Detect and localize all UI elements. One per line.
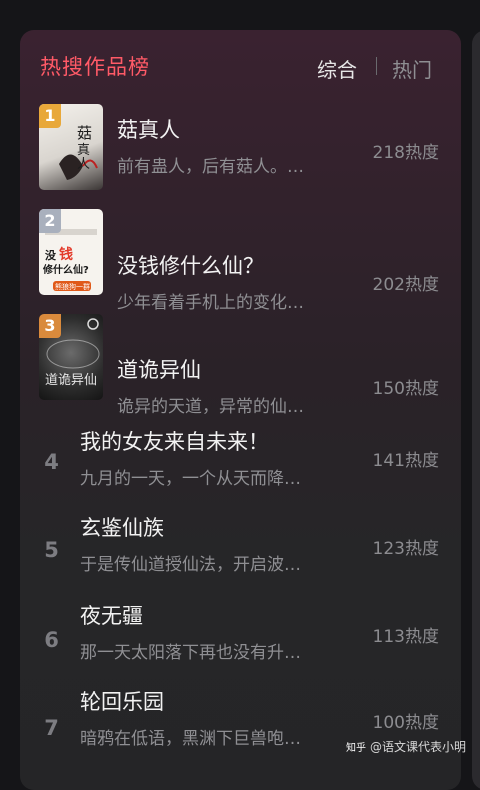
book-row[interactable]: 菇 真 人 1 菇真人 前有蛊人，后有菇人。… 218热度 xyxy=(20,102,461,206)
card-header: 热搜作品榜 综合 热门 xyxy=(20,30,461,102)
book-cover: 菇 真 人 1 xyxy=(39,104,103,190)
heat-count: 202热度 xyxy=(372,275,439,295)
book-cover: 没 钱 修什么仙? 熊狼狗一群 2 xyxy=(39,209,103,295)
heat-count: 123热度 xyxy=(372,539,439,559)
svg-text:菇: 菇 xyxy=(77,124,92,142)
book-description: 少年看着手机上的变化… xyxy=(117,293,304,313)
book-title: 菇真人 xyxy=(117,118,180,142)
board-title: 热搜作品榜 xyxy=(40,55,150,79)
heat-count: 100热度 xyxy=(372,713,439,733)
book-description: 暗鸦在低语，黑渊下巨兽咆… xyxy=(80,729,301,749)
svg-text:修什么仙?: 修什么仙? xyxy=(42,263,89,276)
book-title: 轮回乐园 xyxy=(80,690,164,714)
book-title: 道诡异仙 xyxy=(117,358,201,382)
book-row[interactable]: 4 我的女友来自未来！ 九月的一天，一个从天而降… 141热度 xyxy=(20,416,461,508)
rank-badge-gold: 1 xyxy=(39,104,61,128)
watermark-text: @语文课代表小明 xyxy=(370,740,467,754)
book-description: 九月的一天，一个从天而降… xyxy=(80,469,301,489)
book-row[interactable]: 7 轮回乐园 暗鸦在低语，黑渊下巨兽咆… 100热度 xyxy=(20,684,461,772)
book-title: 没钱修什么仙？ xyxy=(117,254,264,278)
book-cover: 道诡异仙 3 xyxy=(39,314,103,400)
adjacent-card-edge xyxy=(472,30,480,790)
svg-text:钱: 钱 xyxy=(59,246,73,263)
rank-number: 5 xyxy=(44,538,59,562)
book-row[interactable]: 6 夜无疆 那一天太阳落下再也没有升… 113热度 xyxy=(20,596,461,684)
svg-text:人: 人 xyxy=(77,157,90,172)
book-title: 玄鉴仙族 xyxy=(80,516,164,540)
rank-number: 4 xyxy=(44,450,59,474)
rank-badge-silver: 2 xyxy=(39,209,61,233)
book-title: 我的女友来自未来！ xyxy=(80,430,269,454)
svg-text:没: 没 xyxy=(45,248,57,262)
svg-text:真: 真 xyxy=(77,143,90,158)
watermark: 知乎 @语文课代表小明 xyxy=(346,738,466,755)
book-description: 于是传仙道授仙法，开启波… xyxy=(80,555,301,575)
book-description: 诡异的天道，异常的仙… xyxy=(117,397,304,417)
heat-count: 150热度 xyxy=(372,379,439,399)
rank-badge-bronze: 3 xyxy=(39,314,61,338)
heat-count: 218热度 xyxy=(372,143,439,163)
heat-count: 141热度 xyxy=(372,451,439,471)
book-description: 前有蛊人，后有菇人。… xyxy=(117,157,304,177)
tab-all[interactable]: 综合 xyxy=(317,54,357,83)
book-row[interactable]: 5 玄鉴仙族 于是传仙道授仙法，开启波… 123热度 xyxy=(20,508,461,596)
tab-divider xyxy=(376,57,377,75)
zhihu-logo: 知乎 xyxy=(346,743,366,754)
svg-text:熊狼狗一群: 熊狼狗一群 xyxy=(55,282,90,291)
rank-number: 6 xyxy=(44,628,59,652)
svg-text:道诡异仙: 道诡异仙 xyxy=(45,373,97,388)
book-description: 那一天太阳落下再也没有升… xyxy=(80,643,301,663)
book-title: 夜无疆 xyxy=(80,604,143,628)
tab-hot[interactable]: 热门 xyxy=(392,54,432,83)
book-row[interactable]: 道诡异仙 3 道诡异仙 诡异的天道，异常的仙… 150热度 xyxy=(20,312,461,417)
rank-number: 7 xyxy=(44,716,59,740)
heat-count: 113热度 xyxy=(372,627,439,647)
book-row[interactable]: 没 钱 修什么仙? 熊狼狗一群 2 没钱修什么仙？ 少年看着手机上的变化… 20… xyxy=(20,206,461,313)
hot-search-card: 热搜作品榜 综合 热门 菇 真 人 1 菇真人 前有蛊人，后有菇人。… 218热… xyxy=(20,30,461,790)
